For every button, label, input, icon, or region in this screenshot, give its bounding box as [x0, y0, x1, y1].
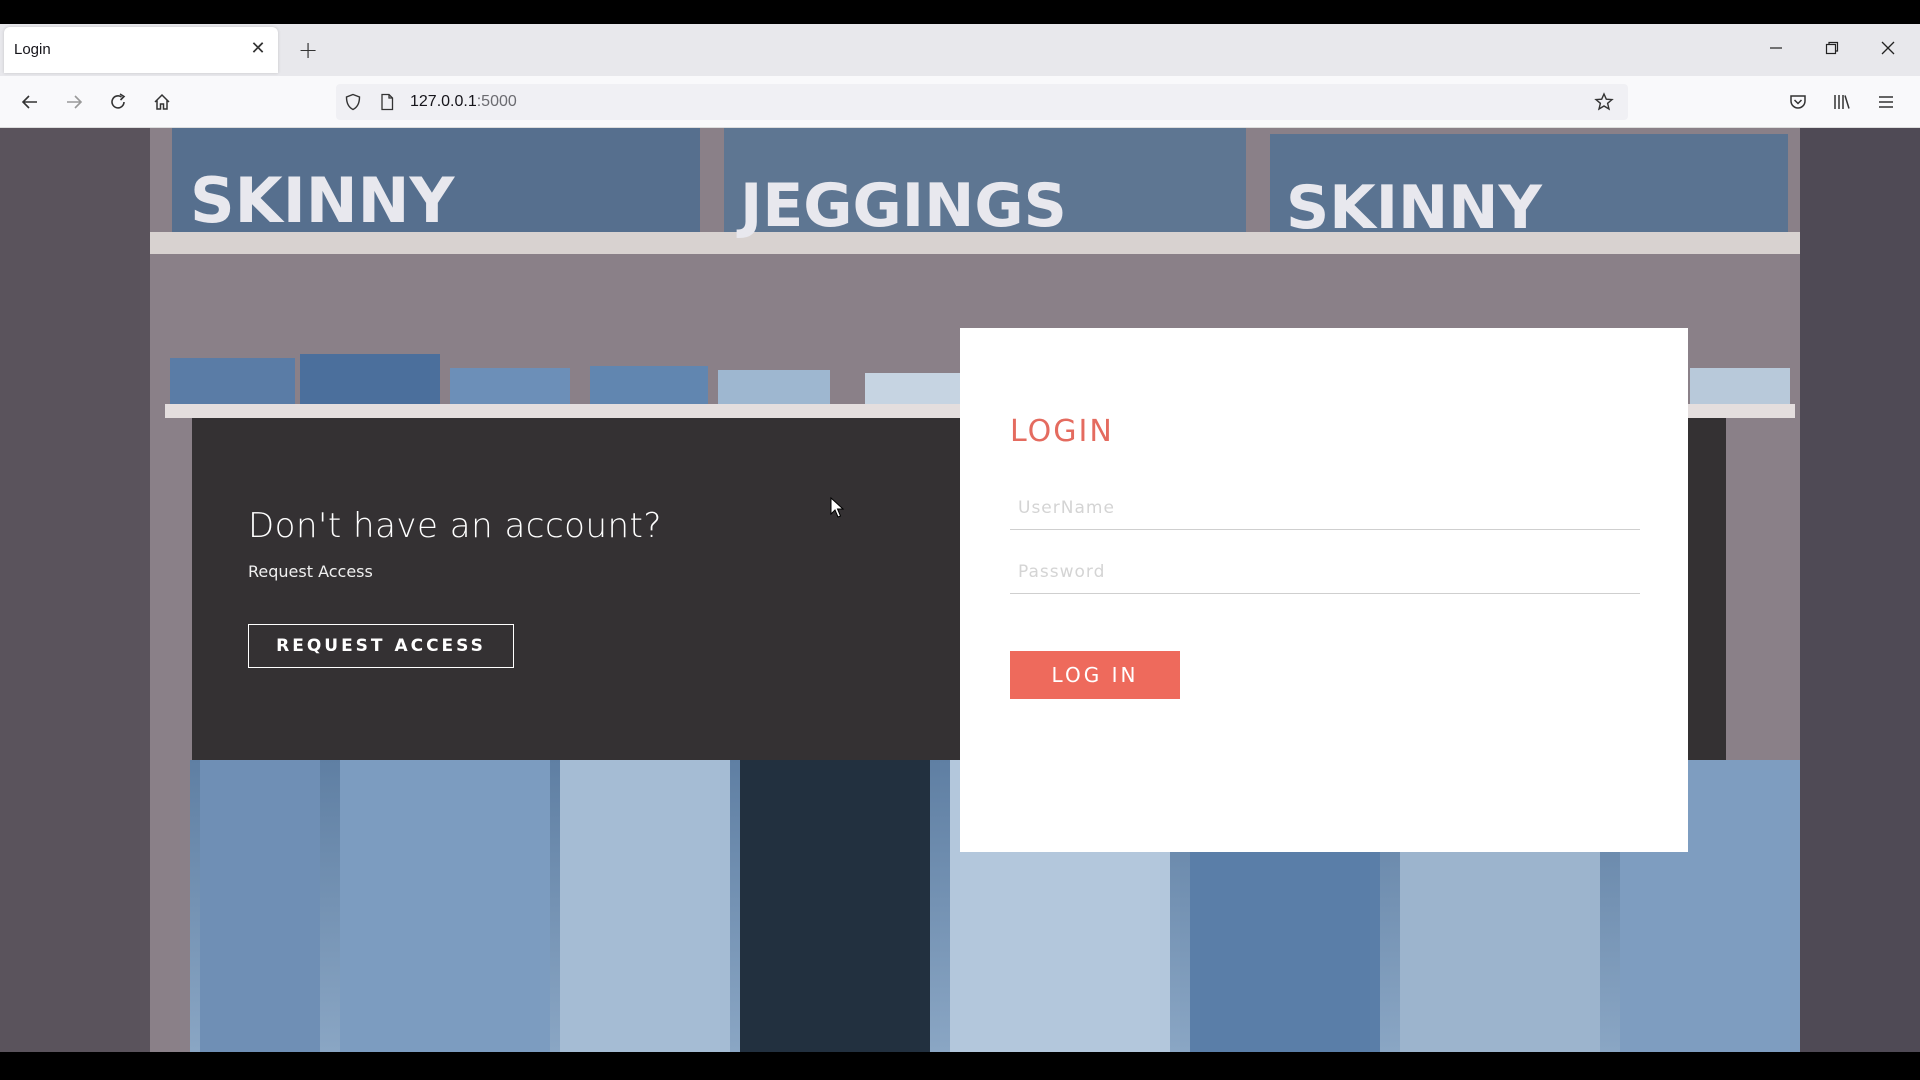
navigation-bar: 127.0.0.1:5000 [0, 76, 1920, 128]
login-card: LOGIN LOG IN [960, 328, 1688, 852]
username-input[interactable] [1010, 486, 1640, 530]
tab-bar: Login ✕ + [0, 24, 1920, 76]
forward-arrow-icon [67, 95, 83, 109]
request-access-button[interactable]: REQUEST ACCESS [248, 624, 514, 668]
library-button[interactable] [1828, 88, 1856, 116]
home-icon [154, 93, 170, 110]
back-arrow-icon [21, 95, 37, 109]
restore-button[interactable] [1814, 36, 1850, 64]
close-icon [1881, 41, 1895, 55]
page-icon[interactable] [378, 93, 396, 111]
tab-login[interactable]: Login ✕ [4, 27, 278, 73]
pocket-icon [1790, 95, 1806, 109]
new-tab-button[interactable]: + [294, 36, 322, 64]
reload-button[interactable] [104, 88, 132, 116]
bookmark-star-icon[interactable] [1594, 92, 1614, 112]
screen: Login ✕ + 127.0.0.1:5000 SKINNY JEGGINGS… [0, 0, 1920, 1080]
back-button[interactable] [16, 88, 44, 116]
tab-title: Login [14, 41, 51, 58]
url-bar[interactable]: 127.0.0.1:5000 [336, 84, 1628, 120]
mouse-cursor-icon [830, 497, 845, 518]
pocket-button[interactable] [1784, 88, 1812, 116]
login-title: LOGIN [1010, 414, 1114, 449]
password-input[interactable] [1010, 550, 1640, 594]
minimize-icon [1770, 47, 1782, 49]
sign-text: SKINNY [1286, 173, 1543, 243]
minimize-button[interactable] [1758, 36, 1794, 64]
menu-button[interactable] [1872, 88, 1900, 116]
overlay-subtext: Request Access [248, 562, 373, 581]
page-viewport: SKINNY JEGGINGS SKINNY Don't have an acc… [0, 128, 1920, 1052]
library-icon [1834, 95, 1850, 109]
home-button[interactable] [148, 88, 176, 116]
sign-text: SKINNY [190, 164, 456, 237]
close-window-button[interactable] [1870, 36, 1906, 64]
reload-icon [111, 93, 126, 109]
shield-icon[interactable] [344, 93, 362, 111]
login-button[interactable]: LOG IN [1010, 651, 1180, 699]
url-text[interactable]: 127.0.0.1:5000 [410, 93, 517, 111]
restore-icon [1825, 41, 1839, 55]
hamburger-menu-icon [1879, 96, 1893, 108]
overlay-heading: Don't have an account? [248, 506, 662, 546]
close-tab-icon[interactable]: ✕ [248, 39, 268, 59]
forward-button[interactable] [60, 88, 88, 116]
screen-bottom-edge [0, 1052, 1920, 1080]
sign-text: JEGGINGS [736, 171, 1067, 241]
